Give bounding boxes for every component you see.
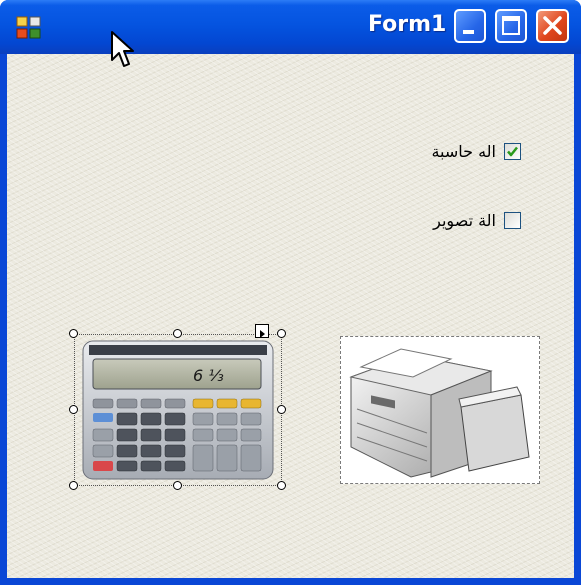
printer-image: [349, 348, 530, 478]
close-button[interactable]: [536, 9, 569, 43]
resize-handle[interactable]: [173, 329, 182, 338]
checkbox-box[interactable]: [504, 211, 521, 229]
maximize-button[interactable]: [495, 9, 527, 43]
resize-handle[interactable]: [277, 481, 286, 490]
smart-tag-arrow-icon: [260, 330, 265, 338]
title-bar[interactable]: Form1: [0, 0, 581, 54]
form-client-area: اله حاسبة الة تصوير 6 ⅓: [7, 54, 574, 578]
form-window: Form1 اله حاسبة الة تصوير 6 ⅓: [0, 0, 581, 585]
checkbox-label: الة تصوير: [433, 210, 496, 230]
window-title: Form1: [368, 12, 447, 37]
app-icon[interactable]: [16, 16, 42, 40]
minimize-icon: [463, 30, 474, 34]
calculator-checkbox[interactable]: اله حاسبة: [431, 140, 521, 162]
mouse-pointer-icon: [111, 31, 134, 67]
checkbox-label: اله حاسبة: [431, 141, 496, 161]
resize-handle[interactable]: [277, 405, 286, 414]
calculator-image: 6 ⅓: [82, 340, 274, 480]
maximize-icon: [502, 16, 520, 35]
close-icon: [543, 16, 562, 35]
checkbox-box[interactable]: [504, 142, 521, 160]
resize-handle[interactable]: [173, 481, 182, 490]
resize-handle[interactable]: [69, 329, 78, 338]
printer-picturebox[interactable]: [340, 336, 540, 484]
calculator-picturebox[interactable]: 6 ⅓: [74, 334, 282, 486]
minimize-button[interactable]: [454, 9, 486, 43]
smart-tag-button[interactable]: [255, 324, 269, 338]
resize-handle[interactable]: [69, 405, 78, 414]
camera-checkbox[interactable]: الة تصوير: [433, 209, 521, 231]
resize-handle[interactable]: [277, 329, 286, 338]
check-mark-icon: [507, 146, 518, 156]
calculator-display: 6 ⅓: [193, 366, 224, 385]
resize-handle[interactable]: [69, 481, 78, 490]
